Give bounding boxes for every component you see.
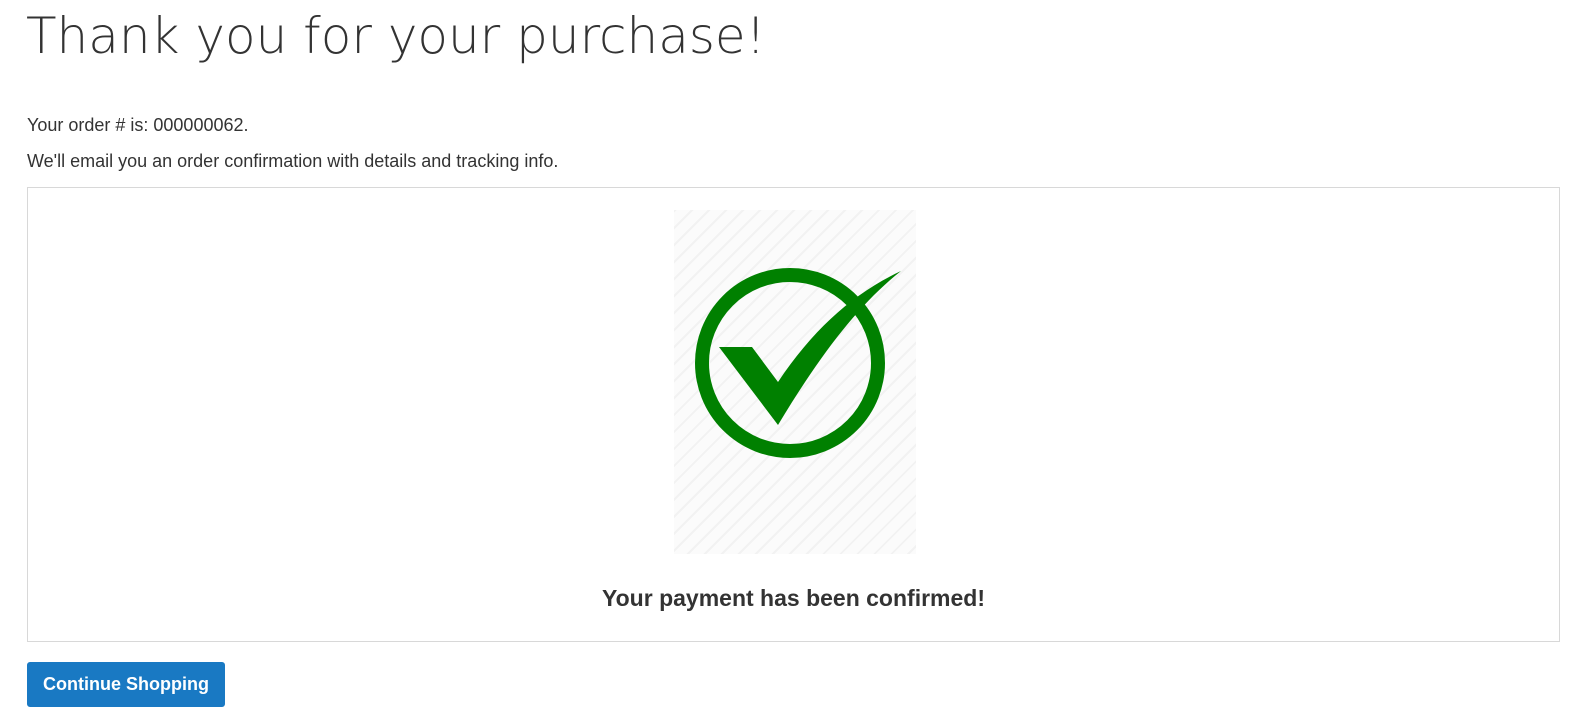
email-confirmation-text: We'll email you an order confirmation wi… (27, 151, 559, 171)
continue-shopping-button[interactable]: Continue Shopping (27, 662, 225, 707)
checkout-success-page: Thank you for your purchase! Your order … (0, 0, 1583, 727)
order-number-text: Your order # is: 000000062. (27, 115, 249, 135)
confirmation-image (674, 210, 916, 554)
check-circle-icon (695, 268, 901, 458)
payment-confirmed-message: Your payment has been confirmed! (602, 585, 985, 611)
page-title: Thank you for your purchase! (26, 7, 766, 65)
payment-confirmation-panel: Your payment has been confirmed! (27, 187, 1560, 642)
